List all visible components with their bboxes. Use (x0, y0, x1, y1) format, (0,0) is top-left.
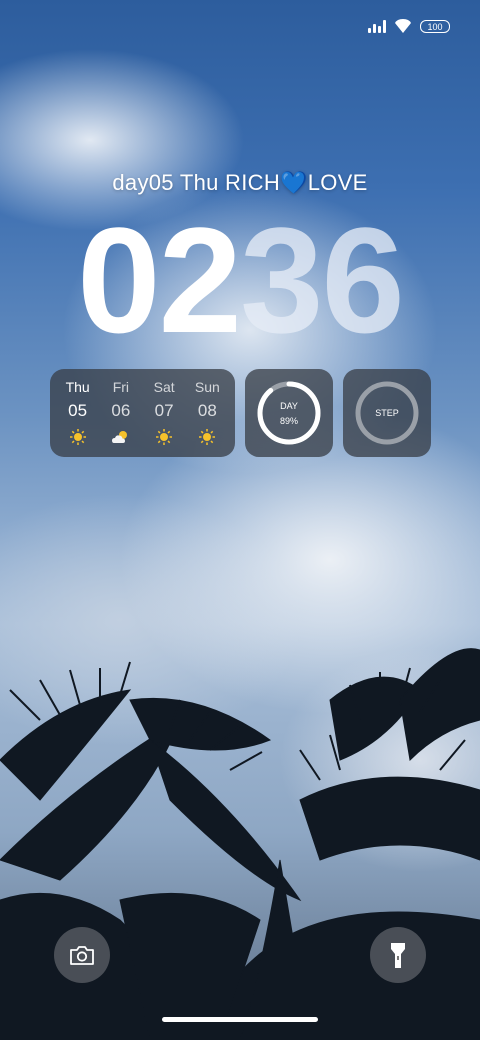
clock: 0236 (0, 205, 480, 355)
step-counter-widget[interactable]: STEP (343, 369, 431, 457)
sunny-icon (69, 429, 86, 447)
camera-button[interactable] (54, 927, 110, 983)
wifi-heart-icon (395, 19, 411, 33)
status-bar: 100 (368, 18, 450, 34)
sunny-icon (199, 429, 216, 447)
forecast-day-date: 08 (197, 401, 217, 420)
forecast-day: Thu 05 (58, 379, 98, 447)
forecast-day-date: 07 (154, 401, 174, 420)
forecast-day-date: 06 (111, 401, 131, 420)
clock-minutes: 36 (240, 196, 405, 364)
clock-hours: 02 (77, 196, 242, 364)
forecast-day: Sun 08 (187, 379, 227, 447)
forecast-day-name: Fri (112, 379, 130, 395)
home-indicator[interactable] (162, 1017, 318, 1022)
day-label: DAY (280, 400, 298, 411)
flashlight-icon (391, 943, 405, 968)
partly-cloudy-icon (111, 429, 131, 447)
forecast-day: Sat 07 (144, 379, 184, 447)
day-progress-widget[interactable]: DAY 89% (245, 369, 333, 457)
flashlight-button[interactable] (370, 927, 426, 983)
forecast-day-date: 05 (68, 401, 88, 420)
palm-trees-silhouette (0, 648, 480, 1040)
day-percent: 89% (279, 415, 298, 426)
battery-indicator: 100 (420, 19, 450, 33)
signal-bars-icon (368, 19, 386, 33)
forecast-day-name: Sat (153, 379, 175, 395)
forecast-day-name: Sun (194, 379, 220, 395)
forecast-day: Fri 06 (101, 379, 141, 447)
forecast-day-name: Thu (65, 379, 90, 395)
step-label: STEP (375, 408, 399, 418)
camera-icon (70, 946, 94, 965)
sunny-icon (156, 429, 173, 447)
date-line: day05 Thu RICH💙LOVE (112, 170, 368, 195)
weather-forecast-widget[interactable]: Thu 05 Fri 06 Sat 07 Sun 08 (50, 369, 235, 457)
